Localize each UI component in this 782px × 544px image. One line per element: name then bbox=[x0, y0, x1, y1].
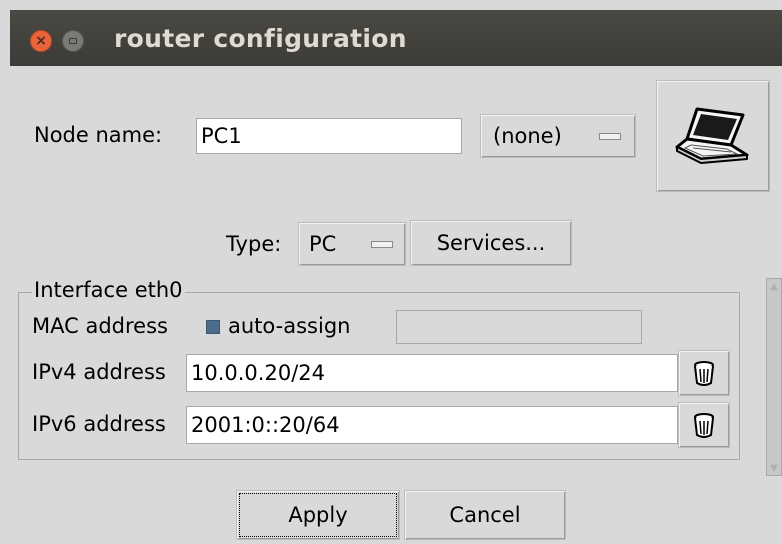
minimize-icon[interactable] bbox=[62, 30, 84, 52]
model-dropdown[interactable]: (none) bbox=[480, 114, 636, 158]
trash-icon bbox=[694, 413, 714, 438]
type-dropdown-value: PC bbox=[309, 232, 337, 256]
focus-ring bbox=[239, 493, 397, 537]
type-dropdown[interactable]: PC bbox=[298, 222, 406, 266]
ipv4-address-label: IPv4 address bbox=[32, 360, 166, 384]
ipv4-delete-button[interactable] bbox=[678, 350, 730, 396]
trash-icon bbox=[694, 361, 714, 386]
close-icon[interactable]: × bbox=[30, 30, 52, 52]
ipv6-address-field[interactable]: 2001:0::20/64 bbox=[186, 406, 678, 444]
node-name-field[interactable]: PC1 bbox=[196, 118, 462, 154]
ipv6-address-label: IPv6 address bbox=[32, 412, 166, 436]
node-name-label: Node name: bbox=[34, 123, 163, 147]
node-icon-button[interactable] bbox=[656, 80, 770, 192]
ipv6-delete-button[interactable] bbox=[678, 402, 730, 448]
type-label: Type: bbox=[226, 232, 282, 256]
auto-assign-checkbox[interactable] bbox=[206, 320, 220, 334]
dialog-body: Node name: PC1 (none) Type: PC Services.… bbox=[10, 66, 782, 544]
laptop-icon bbox=[675, 107, 749, 164]
services-button[interactable]: Services... bbox=[410, 220, 572, 266]
mac-address-field[interactable] bbox=[396, 310, 642, 344]
apply-button[interactable]: Apply bbox=[236, 490, 400, 540]
model-dropdown-value: (none) bbox=[493, 124, 562, 148]
cancel-button[interactable]: Cancel bbox=[404, 490, 566, 540]
auto-assign-label: auto-assign bbox=[228, 314, 351, 338]
window-titlebar: × router configuration bbox=[10, 10, 782, 66]
dropdown-indicator-icon bbox=[599, 133, 621, 140]
scroll-up-icon[interactable]: ▲ bbox=[767, 279, 781, 293]
ipv4-address-field[interactable]: 10.0.0.20/24 bbox=[186, 354, 678, 392]
interface-group-title: Interface eth0 bbox=[32, 278, 185, 302]
mac-address-label: MAC address bbox=[32, 314, 168, 338]
window-title: router configuration bbox=[114, 24, 407, 53]
scroll-down-icon[interactable]: ▼ bbox=[767, 461, 781, 475]
dropdown-indicator-icon bbox=[371, 241, 393, 248]
interface-scrollbar[interactable]: ▲ ▼ bbox=[766, 278, 782, 476]
